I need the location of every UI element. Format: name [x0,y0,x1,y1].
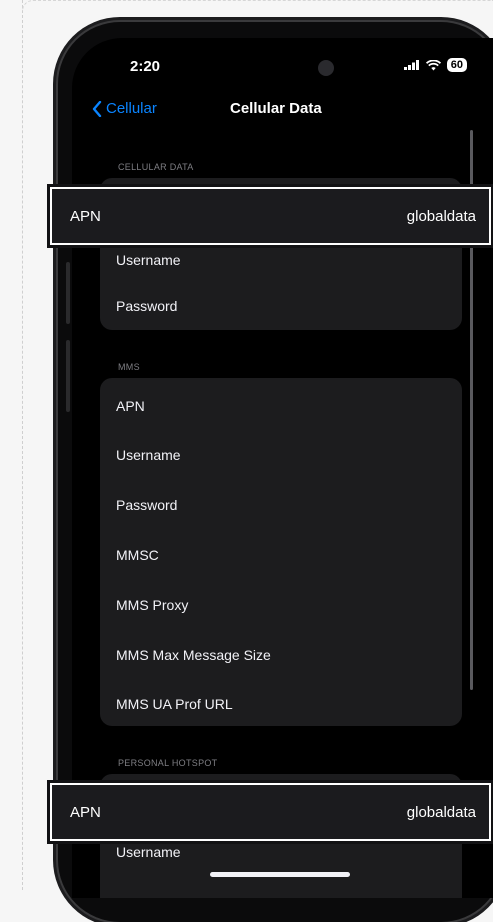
apn-value: globaldata [406,207,476,225]
status-icons: 60 [403,58,467,72]
row-mms-username[interactable]: Username [116,447,181,463]
apn-callout-cellular-data[interactable]: APN globaldata [50,187,491,245]
row-mms-ua-prof-url[interactable]: MMS UA Prof URL [116,696,233,712]
apn-label: APN [70,803,101,821]
row-mms-apn[interactable]: APN [116,398,145,414]
apn-callout-personal-hotspot[interactable]: APN globaldata [50,783,491,841]
row-username[interactable]: Username [116,252,181,268]
page-title: Cellular Data [230,100,322,117]
signal-icon [403,60,419,70]
apn-value: globaldata [406,803,476,821]
status-time: 2:20 [130,58,161,75]
section-header-cellular-data: CELLULAR DATA [118,162,194,172]
back-label: Cellular [106,100,157,117]
mms-group: APN Username Password MMSC MMS Proxy MMS… [100,378,462,726]
battery-indicator: 60 [446,58,467,72]
back-button[interactable]: Cellular [92,100,157,117]
volume-up-button [66,262,70,324]
row-mms-proxy[interactable]: MMS Proxy [116,597,188,613]
home-indicator [210,872,350,877]
row-mms-password[interactable]: Password [116,497,177,513]
row-mmsc[interactable]: MMSC [116,547,159,563]
wifi-icon [425,59,441,70]
row-mms-max-message-size[interactable]: MMS Max Message Size [116,647,271,663]
front-camera [318,60,334,76]
row-password[interactable]: Password [116,298,177,314]
row-hotspot-username[interactable]: Username [116,844,181,860]
navigation-bar: Cellular Cellular Data [72,100,493,128]
section-header-mms: MMS [118,362,140,372]
phone-screen: 2:20 60 Cellular Cellular Data CELLULAR … [72,38,493,898]
page-border-top [22,0,493,11]
apn-label: APN [70,207,101,225]
section-header-personal-hotspot: PERSONAL HOTSPOT [118,758,218,768]
volume-down-button [66,340,70,412]
page-border [22,0,23,890]
chevron-left-icon [92,100,102,117]
